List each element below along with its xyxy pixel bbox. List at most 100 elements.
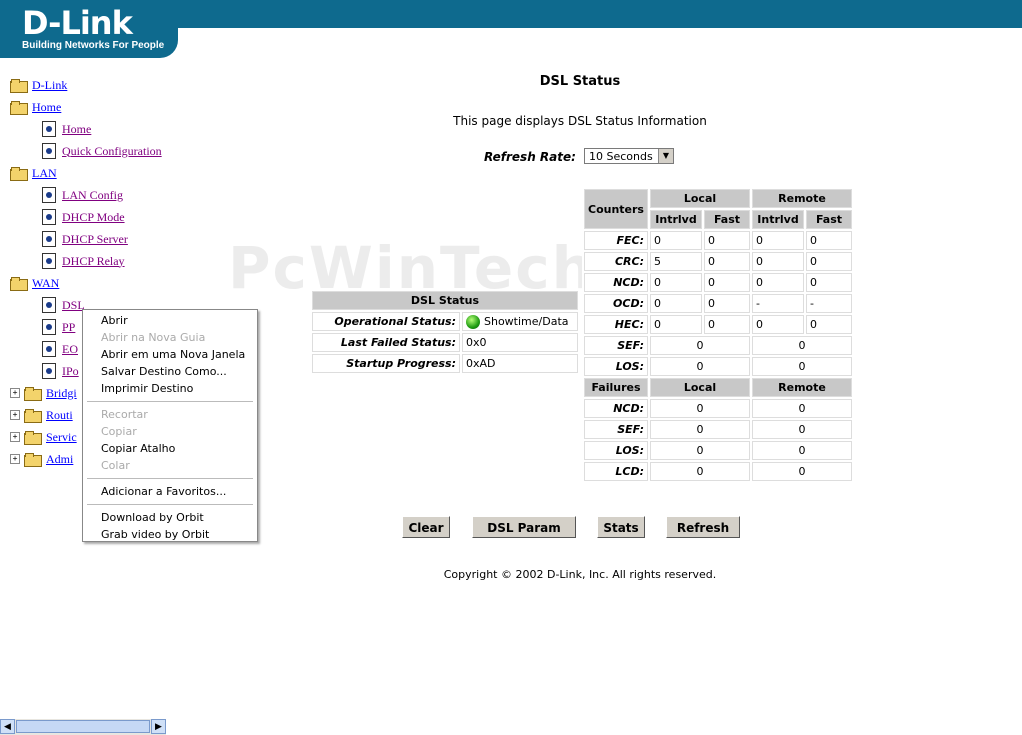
expand-plus-icon[interactable]: + — [10, 388, 20, 398]
failure-value: 0 — [752, 420, 852, 439]
stats-button[interactable]: Stats — [597, 516, 645, 538]
failure-value: 0 — [650, 441, 750, 460]
folder-icon — [10, 101, 28, 115]
dsl-status-header: DSL Status — [312, 291, 578, 310]
refresh-rate-select[interactable]: 10 Seconds ▼ — [584, 148, 674, 164]
nav-item[interactable]: DSL — [42, 294, 85, 316]
refresh-button[interactable]: Refresh — [666, 516, 740, 538]
header: D-Link Building Networks For People — [0, 0, 1022, 60]
context-menu-item[interactable]: Download by Orbit — [101, 509, 204, 526]
nav-item[interactable]: DHCP Server — [42, 228, 128, 250]
nav-link[interactable]: EO — [62, 342, 78, 357]
failure-label: NCD: — [584, 399, 648, 418]
counter-value: 0 — [806, 315, 852, 334]
counter-value: 0 — [806, 252, 852, 271]
nav-item[interactable]: + Servic — [10, 426, 77, 448]
context-menu-item[interactable]: Salvar Destino Como... — [101, 363, 227, 380]
nav-link-root[interactable]: D-Link — [32, 78, 67, 93]
context-menu-item[interactable]: Imprimir Destino — [101, 380, 193, 397]
scroll-right-icon[interactable]: ▶ — [151, 719, 166, 734]
nav-item[interactable]: WAN — [10, 272, 59, 294]
scrollbar-thumb[interactable] — [16, 720, 150, 733]
nav-link[interactable]: DHCP Server — [62, 232, 128, 247]
counter-value: 0 — [752, 273, 804, 292]
nav-root[interactable]: D-Link — [10, 74, 67, 96]
nav-link[interactable]: WAN — [32, 276, 59, 291]
nav-item[interactable]: EO — [42, 338, 78, 360]
local-intrlvd-header: Intrlvd — [650, 210, 702, 229]
page-icon — [42, 121, 56, 137]
counter-value: 0 — [650, 336, 750, 355]
nav-item[interactable]: + Admi — [10, 448, 73, 470]
page-icon — [42, 341, 56, 357]
context-menu-item[interactable]: Abrir — [101, 312, 128, 329]
dsl-param-button[interactable]: DSL Param — [472, 516, 576, 538]
nav-link[interactable]: DHCP Relay — [62, 254, 125, 269]
page-icon — [42, 231, 56, 247]
nav-item[interactable]: DHCP Relay — [42, 250, 125, 272]
refresh-rate-label: Refresh Rate: — [484, 150, 576, 164]
nav-item[interactable]: Quick Configuration — [42, 140, 162, 162]
nav-link[interactable]: LAN Config — [62, 188, 123, 203]
remote-intrlvd-header: Intrlvd — [752, 210, 804, 229]
nav-link[interactable]: PP — [62, 320, 75, 335]
remote-fast-header: Fast — [806, 210, 852, 229]
counter-value: 5 — [650, 252, 702, 271]
logo-text: D-Link — [22, 4, 133, 42]
nav-item[interactable]: + Routi — [10, 404, 73, 426]
nav-item[interactable]: Home — [42, 118, 91, 140]
counter-value: - — [752, 294, 804, 313]
nav-item[interactable]: IPo — [42, 360, 79, 382]
expand-plus-icon[interactable]: + — [10, 410, 20, 420]
counter-label: OCD: — [584, 294, 648, 313]
page-icon — [42, 209, 56, 225]
startup-progress-value: 0xAD — [462, 354, 578, 373]
nav-item[interactable]: Home — [10, 96, 61, 118]
context-menu-item[interactable]: Grab video by Orbit — [101, 526, 209, 543]
context-menu-item: Abrir na Nova Guia — [101, 331, 206, 344]
context-menu-item[interactable]: Adicionar a Favoritos... — [101, 483, 226, 500]
nav-link[interactable]: DHCP Mode — [62, 210, 125, 225]
expand-plus-icon[interactable]: + — [10, 454, 20, 464]
folder-icon — [10, 277, 28, 291]
last-failed-status-value: 0x0 — [462, 333, 578, 352]
folder-open-icon — [10, 79, 28, 93]
context-menu-item: Recortar — [101, 408, 148, 421]
startup-progress-label: Startup Progress: — [312, 354, 460, 373]
counter-value: 0 — [650, 273, 702, 292]
failure-label: LCD: — [584, 462, 648, 481]
chevron-down-icon[interactable]: ▼ — [658, 149, 673, 163]
nav-item[interactable]: DHCP Mode — [42, 206, 125, 228]
nav-link[interactable]: Servic — [46, 430, 77, 445]
nav-item[interactable]: LAN — [10, 162, 57, 184]
counter-value: 0 — [752, 357, 852, 376]
menu-separator — [87, 504, 253, 505]
nav-link[interactable]: LAN — [32, 166, 57, 181]
failures-remote-header: Remote — [752, 378, 852, 397]
refresh-rate-value: 10 Seconds — [589, 150, 653, 163]
operational-status-label: Operational Status: — [312, 312, 460, 331]
nav-item[interactable]: + Bridgi — [10, 382, 77, 404]
failure-value: 0 — [650, 399, 750, 418]
nav-link[interactable]: Home — [32, 100, 61, 115]
clear-button[interactable]: Clear — [402, 516, 450, 538]
nav-link[interactable]: Home — [62, 122, 91, 137]
header-bar — [170, 0, 1022, 28]
nav-link[interactable]: Quick Configuration — [62, 144, 162, 159]
nav-link[interactable]: Admi — [46, 452, 73, 467]
operational-status-value: Showtime/Data — [462, 312, 578, 331]
nav-item[interactable]: LAN Config — [42, 184, 123, 206]
failure-value: 0 — [752, 399, 852, 418]
nav-link[interactable]: Bridgi — [46, 386, 77, 401]
scroll-left-icon[interactable]: ◀ — [0, 719, 15, 734]
nav-item[interactable]: PP — [42, 316, 75, 338]
counter-value: 0 — [704, 231, 750, 250]
counter-value: 0 — [704, 252, 750, 271]
folder-icon — [24, 387, 42, 401]
horizontal-scrollbar[interactable]: ◀ ▶ — [0, 719, 166, 735]
context-menu-item[interactable]: Copiar Atalho — [101, 440, 175, 457]
nav-link[interactable]: IPo — [62, 364, 79, 379]
nav-link[interactable]: Routi — [46, 408, 73, 423]
context-menu-item[interactable]: Abrir em uma Nova Janela — [101, 346, 245, 363]
expand-plus-icon[interactable]: + — [10, 432, 20, 442]
